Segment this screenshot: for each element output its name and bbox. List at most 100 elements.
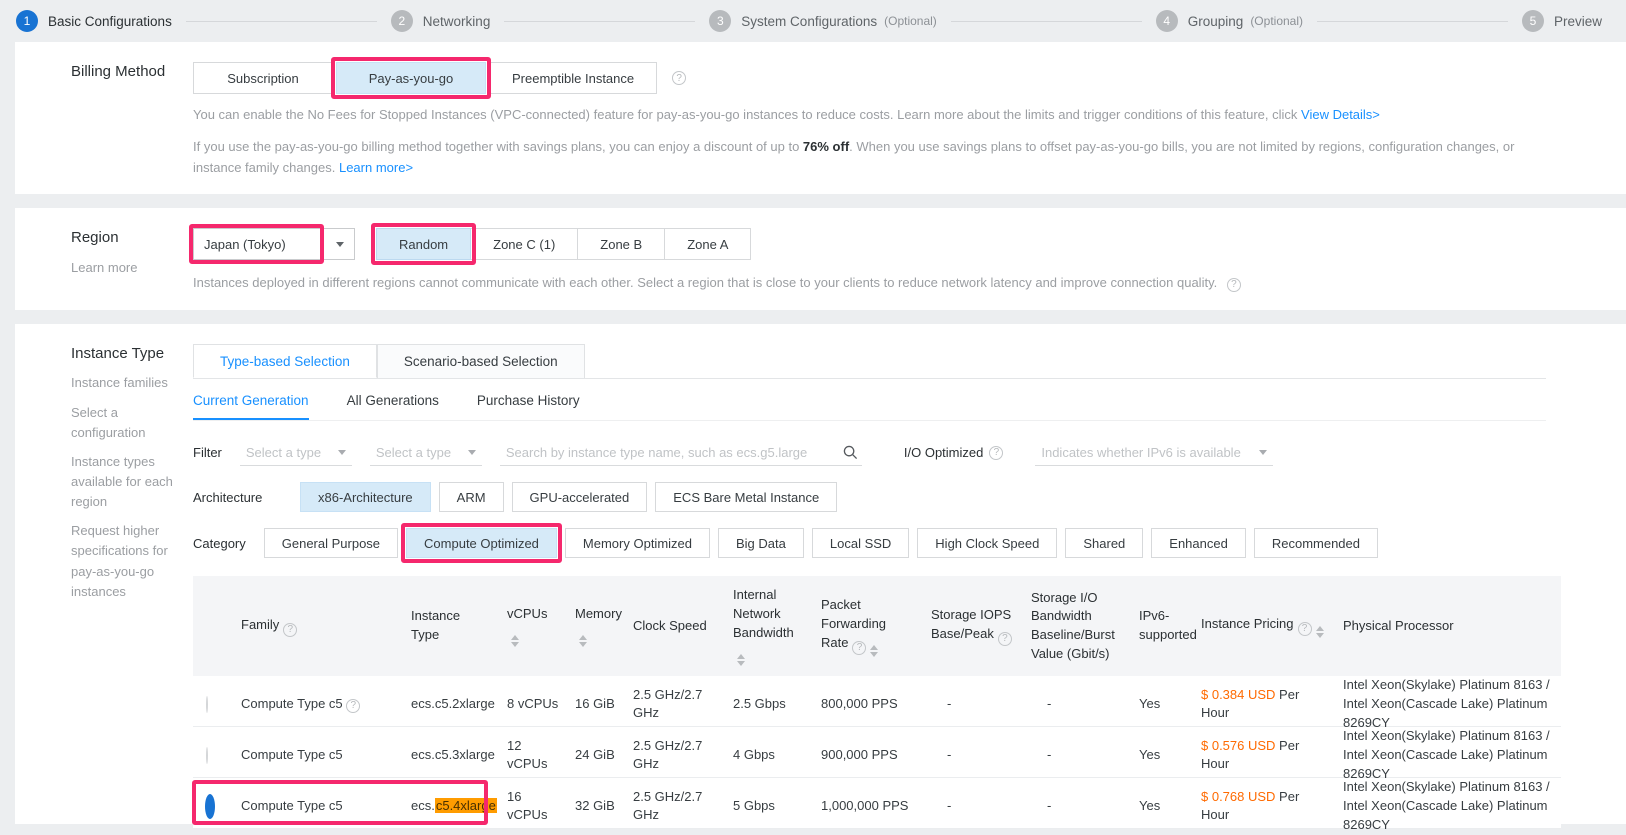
instance-types-available-link[interactable]: Instance types available for each region bbox=[71, 452, 193, 512]
col-storage-iops: Storage IOPS Base/Peak? bbox=[923, 606, 1023, 647]
ipv6-filter-dropdown[interactable]: Indicates whether IPv6 is available bbox=[1035, 439, 1274, 467]
billing-pay-as-you-go-button[interactable]: Pay-as-you-go bbox=[331, 57, 491, 99]
col-family: Family? bbox=[233, 616, 403, 637]
step-basic-configurations[interactable]: 1 Basic Configurations bbox=[16, 10, 172, 32]
billing-help-icon[interactable]: ? bbox=[672, 71, 687, 85]
pricing-help-icon[interactable]: ? bbox=[1297, 621, 1312, 636]
billing-subscription-button[interactable]: Subscription bbox=[193, 62, 333, 94]
billing-preemptible-button[interactable]: Preemptible Instance bbox=[489, 62, 658, 94]
cat-enhanced-button[interactable]: Enhanced bbox=[1151, 528, 1246, 559]
step-number-badge: 1 bbox=[16, 10, 38, 32]
step-system-configurations[interactable]: 3 System Configurations (Optional) bbox=[709, 10, 937, 32]
sort-icon[interactable] bbox=[511, 635, 519, 648]
family-cell: Compute Type c5 bbox=[241, 798, 343, 814]
pps-help-icon[interactable]: ? bbox=[852, 640, 867, 655]
io-optimized-text: I/O Optimized bbox=[903, 445, 984, 461]
learn-more-link[interactable]: Learn more> bbox=[339, 160, 413, 175]
sort-icon[interactable] bbox=[737, 653, 745, 666]
request-higher-specs-link[interactable]: Request higher specifications for pay-as… bbox=[71, 521, 193, 602]
sort-icon[interactable] bbox=[579, 635, 587, 648]
iops-help-icon[interactable]: ? bbox=[997, 632, 1012, 647]
clock-cell: 2.5 GHz/2.7 GHz bbox=[633, 686, 703, 721]
instance-type-cell: ecs.c5.3xlarge bbox=[411, 747, 495, 763]
row-radio[interactable] bbox=[206, 746, 208, 764]
row-radio[interactable] bbox=[206, 695, 208, 713]
step-grouping[interactable]: 4 Grouping (Optional) bbox=[1155, 10, 1303, 32]
instance-families-link[interactable]: Instance families bbox=[71, 373, 193, 393]
type-filter-dropdown-1[interactable]: Select a type bbox=[239, 439, 352, 467]
family-help-icon[interactable]: ? bbox=[283, 622, 298, 637]
cat-general-purpose-button[interactable]: General Purpose bbox=[263, 528, 399, 559]
memory-cell: 24 GiB bbox=[575, 747, 615, 763]
cat-big-data-button[interactable]: Big Data bbox=[718, 528, 804, 559]
instance-search-box bbox=[499, 439, 862, 467]
category-label: Category bbox=[193, 535, 246, 551]
sort-icon[interactable] bbox=[870, 644, 879, 657]
col-instance-pricing: Instance Pricing? bbox=[1193, 615, 1335, 638]
instance-type-cell: ecs.c5.4xlarge bbox=[411, 798, 497, 814]
col-clock-speed: Clock Speed bbox=[633, 617, 707, 633]
pricing-cell: $ 0.768 USD Per Hour bbox=[1193, 788, 1335, 826]
region-note-text: Instances deployed in different regions … bbox=[193, 275, 1218, 291]
family-cell: Compute Type c5 bbox=[241, 747, 343, 763]
cat-compute-optimized-button[interactable]: Compute Optimized bbox=[401, 523, 562, 564]
subtab-current-generation[interactable]: Current Generation bbox=[193, 393, 309, 421]
cat-shared-button[interactable]: Shared bbox=[1065, 528, 1144, 559]
processor-cell: Intel Xeon(Skylake) Platinum 8163 / Inte… bbox=[1343, 677, 1550, 730]
col-packet-forwarding: Packet Forwarding Rate? bbox=[813, 596, 923, 657]
zone-a-button[interactable]: Zone A bbox=[664, 228, 752, 261]
tab-scenario-based-selection[interactable]: Scenario-based Selection bbox=[376, 344, 585, 379]
chevron-down-icon bbox=[1259, 449, 1268, 455]
view-details-link[interactable]: View Details> bbox=[1301, 107, 1380, 122]
zone-random-label: Random bbox=[399, 236, 449, 252]
cat-high-clock-speed-button[interactable]: High Clock Speed bbox=[917, 528, 1058, 559]
region-select[interactable]: Japan (Tokyo) bbox=[189, 224, 355, 265]
region-section: Region Learn more Japan (Tokyo) Random Z… bbox=[15, 208, 1626, 311]
arch-gpu-button[interactable]: GPU-accelerated bbox=[511, 482, 648, 513]
region-learn-more-link[interactable]: Learn more bbox=[71, 258, 193, 278]
subtab-all-generations[interactable]: All Generations bbox=[347, 393, 439, 420]
tab-type-based-selection[interactable]: Type-based Selection bbox=[193, 344, 377, 379]
ecs-purchase-page: 1 Basic Configurations 2 Networking 3 Sy… bbox=[0, 0, 1626, 832]
step-label: System Configurations bbox=[741, 13, 878, 29]
bandwidth-cell: 2.5 Gbps bbox=[733, 696, 786, 712]
storage-io-cell: - bbox=[1047, 747, 1052, 763]
arch-x86-button[interactable]: x86-Architecture bbox=[300, 482, 431, 513]
table-header-row: Family? Instance Type vCPUs Memory Clock… bbox=[193, 576, 1561, 677]
region-select-value: Japan (Tokyo) bbox=[204, 236, 286, 252]
step-preview[interactable]: 5 Preview bbox=[1521, 10, 1602, 32]
select-configuration-link[interactable]: Select a configuration bbox=[71, 403, 193, 443]
billing-note-1-text: You can enable the No Fees for Stopped I… bbox=[193, 107, 1302, 122]
price-value: $ 0.768 USD bbox=[1201, 788, 1276, 804]
billing-method-label: Billing Method bbox=[71, 63, 166, 80]
col-ipv6: IPv6-supported bbox=[1139, 608, 1197, 643]
family-row-help-icon[interactable]: ? bbox=[346, 699, 361, 714]
sort-icon[interactable] bbox=[1315, 625, 1324, 638]
price-value: $ 0.576 USD bbox=[1201, 737, 1276, 753]
cat-local-ssd-button[interactable]: Local SSD bbox=[811, 528, 910, 559]
search-highlight: c5.4xlarge bbox=[434, 798, 497, 814]
dropdown-placeholder: Indicates whether IPv6 is available bbox=[1041, 444, 1241, 460]
instance-search-input[interactable] bbox=[499, 444, 839, 460]
step-networking[interactable]: 2 Networking bbox=[390, 10, 490, 32]
zone-c-button[interactable]: Zone C (1) bbox=[470, 228, 579, 261]
subtab-purchase-history[interactable]: Purchase History bbox=[477, 393, 580, 420]
billing-note-1: You can enable the No Fees for Stopped I… bbox=[193, 105, 1546, 126]
cat-recommended-button[interactable]: Recommended bbox=[1253, 528, 1378, 559]
arch-bare-metal-button[interactable]: ECS Bare Metal Instance bbox=[655, 482, 838, 513]
clock-cell: 2.5 GHz/2.7 GHz bbox=[633, 788, 703, 823]
step-optional-label: (Optional) bbox=[884, 14, 937, 28]
arch-arm-button[interactable]: ARM bbox=[438, 482, 504, 513]
architecture-label: Architecture bbox=[193, 489, 263, 505]
iops-cell: - bbox=[947, 696, 952, 712]
zone-random-button[interactable]: Random bbox=[371, 223, 477, 266]
io-optimized-help-icon[interactable]: ? bbox=[989, 445, 1004, 460]
search-icon[interactable] bbox=[843, 445, 858, 460]
region-help-icon[interactable]: ? bbox=[1226, 278, 1241, 293]
selection-mode-tabs: Type-based Selection Scenario-based Sele… bbox=[193, 344, 1546, 380]
zone-b-button[interactable]: Zone B bbox=[577, 228, 666, 261]
type-filter-dropdown-2[interactable]: Select a type bbox=[369, 439, 482, 467]
vcpus-cell: 16 vCPUs bbox=[507, 788, 548, 823]
row-radio-selected[interactable] bbox=[205, 793, 215, 819]
cat-memory-optimized-button[interactable]: Memory Optimized bbox=[564, 528, 710, 559]
